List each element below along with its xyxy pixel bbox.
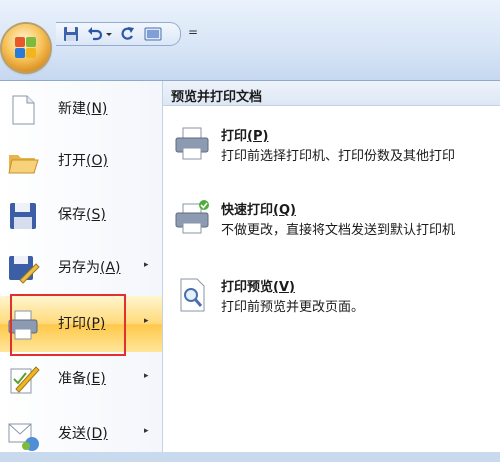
save-icon	[10, 203, 36, 229]
menu-item-send[interactable]: 发送(D) ▸	[0, 406, 162, 462]
open-folder-icon	[8, 155, 39, 174]
submenu-item-print[interactable]: 打印(P) 打印前选择打印机、打印份数及其他打印	[163, 117, 500, 177]
title-bar: =	[0, 0, 500, 80]
quick-access-toolbar	[56, 22, 181, 46]
menu-item-save[interactable]: 保存(S)	[0, 187, 162, 243]
customize-toolbar-icon[interactable]: =	[188, 25, 200, 39]
submenu-arrow-icon: ▸	[144, 316, 149, 326]
menu-item-new[interactable]: 新建(N)	[0, 81, 162, 137]
quick-print-icon	[175, 200, 209, 234]
submenu-arrow-icon: ▸	[144, 260, 149, 270]
save-icon[interactable]	[62, 25, 80, 43]
highlight-annotation-box	[10, 294, 126, 356]
submenu-header: 预览并打印文档	[163, 81, 500, 106]
submenu-arrow-icon: ▸	[144, 371, 149, 381]
undo-icon[interactable]	[86, 25, 104, 43]
prepare-icon	[10, 366, 40, 394]
submenu-item-print-preview[interactable]: 打印预览(V) 打印前预览并更改页面。	[163, 268, 500, 328]
menu-item-prepare[interactable]: 准备(E) ▸	[0, 351, 162, 407]
save-as-icon	[9, 256, 40, 284]
new-document-icon	[12, 95, 35, 125]
menu-item-open[interactable]: 打开(O)	[0, 133, 162, 189]
command-list: 新建(N) 打开(O) 保存(S) 另存为(A) ▸ 打印(P) ▸ 准备(E)…	[0, 81, 163, 452]
office-button[interactable]	[2, 24, 50, 72]
submenu-item-quick-print[interactable]: 快速打印(Q) 不做更改，直接将文档发送到默认打印机	[163, 191, 500, 251]
menu-item-save-as[interactable]: 另存为(A) ▸	[0, 240, 162, 296]
print-submenu: 预览并打印文档 打印(P) 打印前选择打印机、打印份数及其他打印 快速打印(Q)…	[163, 81, 500, 452]
send-icon	[8, 423, 39, 451]
print-preview-icon[interactable]	[144, 25, 162, 43]
redo-icon[interactable]	[118, 25, 136, 43]
print-preview-icon	[180, 278, 205, 312]
undo-dropdown-icon[interactable]	[104, 25, 114, 43]
office-logo-icon	[15, 37, 37, 59]
submenu-arrow-icon: ▸	[144, 426, 149, 436]
office-menu: 新建(N) 打开(O) 保存(S) 另存为(A) ▸ 打印(P) ▸ 准备(E)…	[0, 80, 500, 452]
printer-icon	[175, 127, 209, 160]
